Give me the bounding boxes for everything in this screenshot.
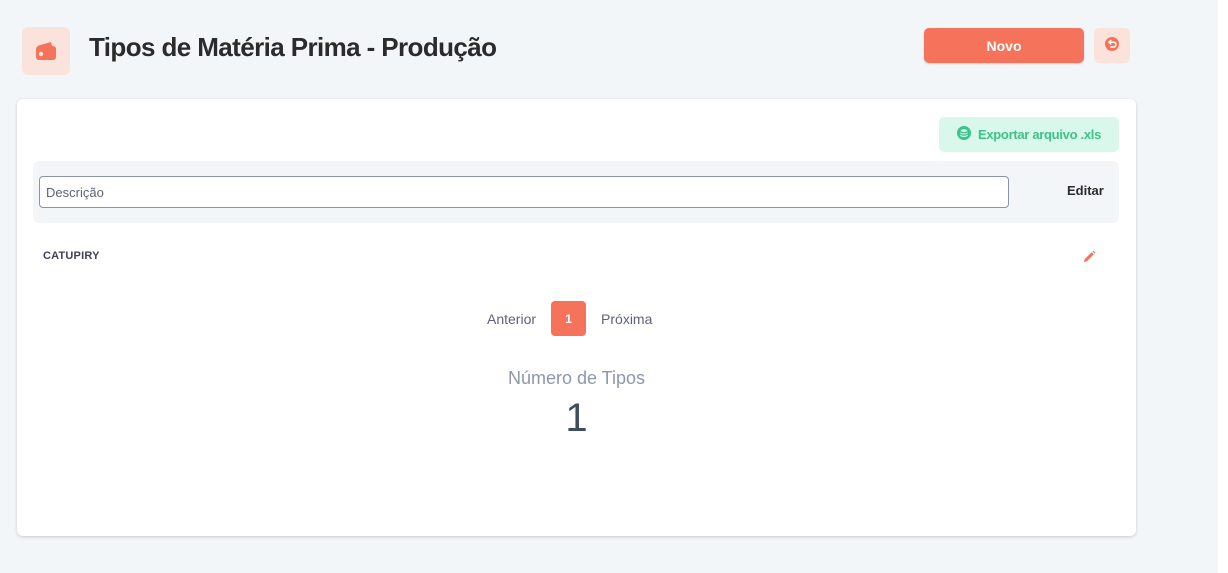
next-page-button[interactable]: Próxima	[601, 311, 652, 327]
undo-icon	[1104, 36, 1120, 55]
edit-column-header: Editar	[1067, 183, 1104, 198]
types-count-label: Número de Tipos	[507, 368, 646, 388]
previous-page-button[interactable]: Anterior	[487, 311, 536, 327]
types-count-value: 1	[565, 396, 588, 440]
description-filter-input[interactable]	[39, 176, 1009, 208]
export-xls-button[interactable]: Exportar arquivo .xls	[939, 117, 1119, 152]
export-label: Exportar arquivo .xls	[977, 127, 1102, 142]
database-icon	[956, 126, 971, 143]
content-card: Exportar arquivo .xls Editar CATUPIRY An…	[17, 99, 1136, 536]
table-row-description: CATUPIRY	[43, 250, 100, 262]
page-1-button[interactable]: 1	[551, 301, 587, 336]
pencil-icon[interactable]	[1081, 249, 1097, 265]
wallet-icon	[22, 27, 70, 75]
table-header-filter: Editar	[33, 161, 1119, 223]
pagination: Anterior 1 Próxima	[487, 301, 652, 336]
right-edge-strip	[1218, 0, 1228, 573]
page-title: Tipos de Matéria Prima - Produção	[89, 32, 497, 62]
new-button[interactable]: Novo	[924, 28, 1084, 63]
back-button[interactable]	[1094, 28, 1130, 63]
